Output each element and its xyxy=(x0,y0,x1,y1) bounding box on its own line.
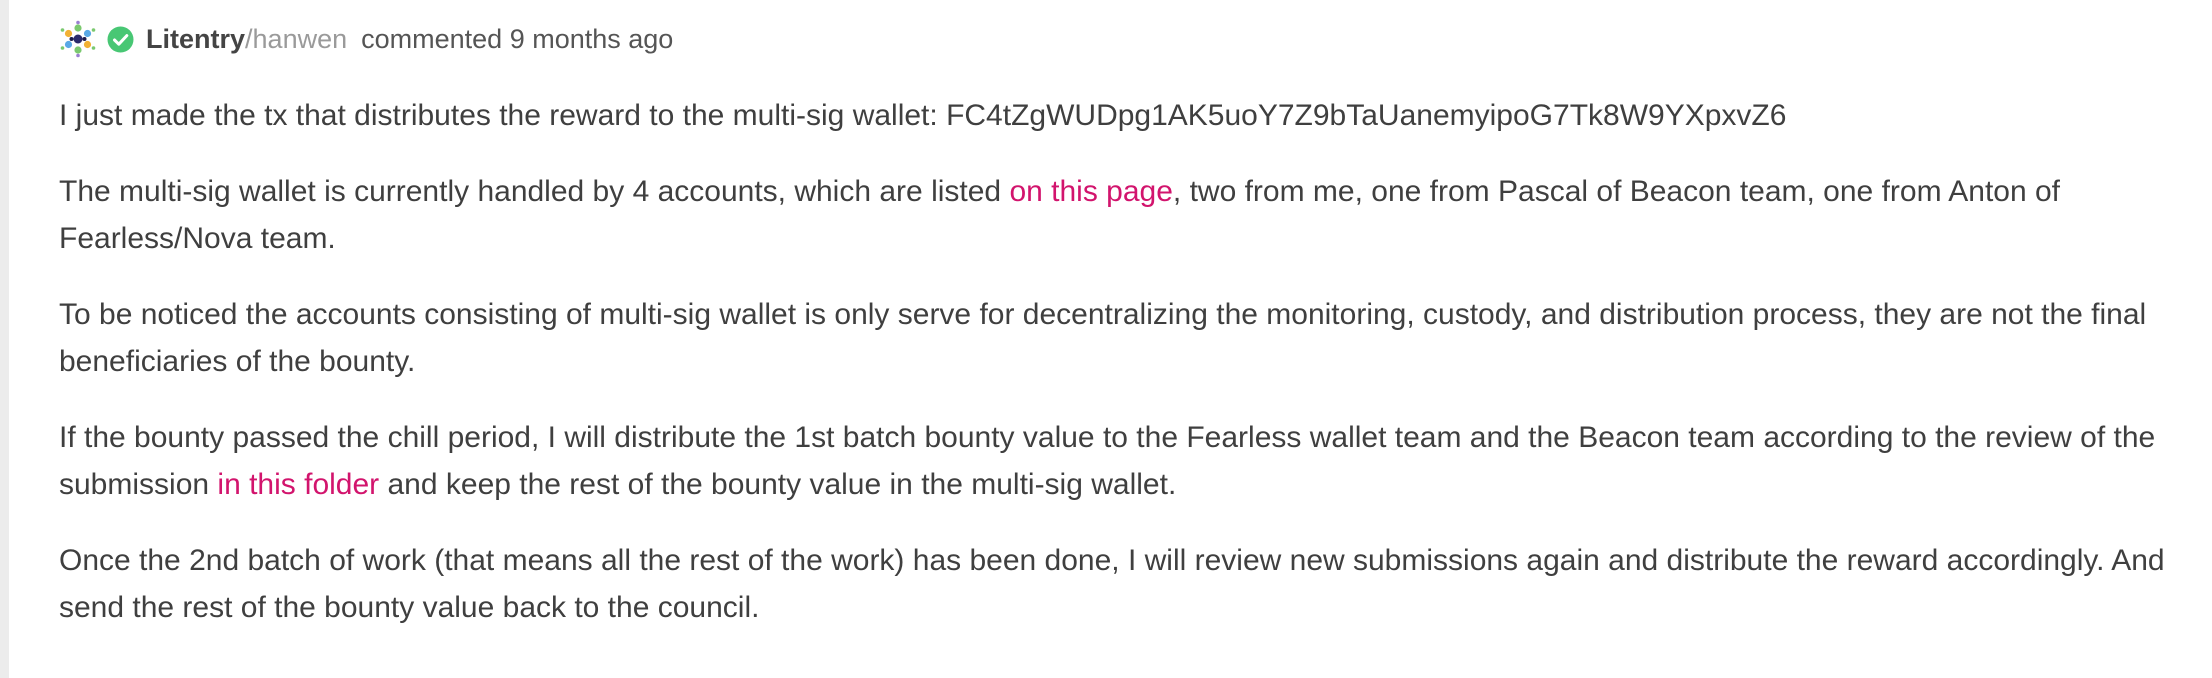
paragraph-text-after: and keep the rest of the bounty value in… xyxy=(379,468,1177,501)
on-this-page-link[interactable]: on this page xyxy=(1009,175,1172,208)
comment-header: Litentry / hanwen commented 9 months ago xyxy=(59,20,673,58)
author-separator: / xyxy=(245,23,253,54)
author-handle[interactable]: hanwen xyxy=(253,24,348,55)
comment-timestamp: commented 9 months ago xyxy=(361,23,674,54)
paragraph-text-before: The multi-sig wallet is currently handle… xyxy=(59,175,1010,208)
paragraph-notice: To be noticed the accounts consisting of… xyxy=(59,291,2189,385)
comment-body: I just made the tx that distributes the … xyxy=(59,92,2189,660)
paragraph-multisig-accounts: The multi-sig wallet is currently handle… xyxy=(59,168,2189,262)
verified-check-icon xyxy=(107,26,134,52)
comment-card: Litentry / hanwen commented 9 months ago… xyxy=(0,0,2212,678)
avatar[interactable] xyxy=(59,20,97,58)
litentry-logo-icon xyxy=(60,20,96,58)
paragraph-second-batch: Once the 2nd batch of work (that means a… xyxy=(59,537,2189,631)
paragraph-text: I just made the tx that distributes the … xyxy=(59,99,1787,132)
paragraph-text: Once the 2nd batch of work (that means a… xyxy=(59,544,2165,624)
author-name-link[interactable]: Litentry xyxy=(146,24,245,55)
paragraph-text: To be noticed the accounts consisting of… xyxy=(59,298,2147,378)
verified-badge xyxy=(107,26,134,53)
paragraph-first-batch: If the bounty passed the chill period, I… xyxy=(59,414,2189,508)
in-this-folder-link[interactable]: in this folder xyxy=(217,468,379,501)
paragraph-tx: I just made the tx that distributes the … xyxy=(59,92,2189,139)
